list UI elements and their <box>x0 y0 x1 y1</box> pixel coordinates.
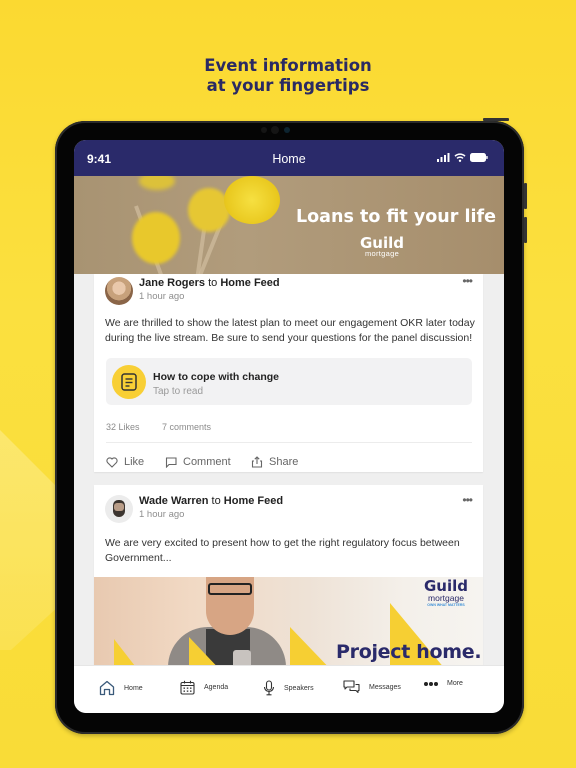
share-button[interactable]: Share <box>251 456 298 468</box>
status-bar: 9:41 Home <box>74 140 504 176</box>
flower-decoration <box>139 176 175 190</box>
tab-messages[interactable]: Messages <box>343 680 401 695</box>
share-icon <box>251 456 263 468</box>
post-timestamp: 1 hour ago <box>139 291 185 302</box>
post-text: We are very excited to present how to ge… <box>105 537 460 564</box>
banner-logo: Guild mortgage <box>360 236 404 258</box>
volume-up-button <box>524 183 527 209</box>
image-logo: Guild mortgage OWN WHAT MATTERS <box>424 577 469 608</box>
image-headline: Project home. <box>336 641 482 663</box>
battery-icon <box>470 153 488 162</box>
post-connector: to <box>211 495 221 507</box>
image-glasses <box>208 583 252 595</box>
bottom-tab-bar: Home Agenda Speakers Messages More <box>74 665 504 713</box>
volume-down-button <box>524 217 527 243</box>
tab-messages-label: Messages <box>369 684 401 691</box>
tab-agenda-label: Agenda <box>204 684 229 691</box>
post-text: We are thrilled to show the latest plan … <box>105 317 475 344</box>
image-logo-name: Guild <box>424 577 469 595</box>
attachment-card[interactable]: How to cope with change Tap to read <box>106 358 472 405</box>
more-dots-icon <box>424 681 438 686</box>
comment-button[interactable]: Comment <box>165 456 231 468</box>
flower-decoration <box>224 176 280 224</box>
tab-agenda[interactable]: Agenda <box>180 680 228 695</box>
post-author-line: Jane Rogers to Home Feed <box>139 277 280 289</box>
attachment-title: How to cope with change <box>153 371 280 383</box>
wifi-icon <box>454 153 466 162</box>
comment-icon <box>165 456 177 468</box>
post-target[interactable]: Home Feed <box>224 495 283 507</box>
promo-headline-line1: Event information <box>204 56 372 75</box>
tab-home[interactable]: Home <box>99 680 143 696</box>
calendar-icon <box>180 680 195 695</box>
likes-count[interactable]: 32 Likes <box>106 422 140 432</box>
avatar[interactable] <box>105 495 133 523</box>
post-image[interactable]: Guild mortgage OWN WHAT MATTERS Project … <box>94 577 483 675</box>
post-timestamp: 1 hour ago <box>139 509 185 520</box>
banner-title: Loans to fit your life <box>296 207 496 227</box>
feed-post: Wade Warren to Home Feed 1 hour ago ••• … <box>94 485 483 675</box>
comments-count[interactable]: 7 comments <box>162 422 211 432</box>
promo-headline: Event information at your fingertips <box>0 56 576 96</box>
home-icon <box>99 680 115 696</box>
power-button <box>483 118 509 121</box>
post-author-line: Wade Warren to Home Feed <box>139 495 283 507</box>
banner-logo-name: Guild <box>360 234 405 252</box>
avatar[interactable] <box>105 277 133 305</box>
tab-more[interactable]: More <box>424 680 463 687</box>
camera-icon <box>271 126 279 134</box>
feed-post: Jane Rogers to Home Feed 1 hour ago ••• … <box>94 274 483 472</box>
sensor-icon <box>261 127 267 133</box>
post-target[interactable]: Home Feed <box>220 277 279 289</box>
status-icons <box>437 153 488 162</box>
flower-decoration <box>132 212 180 264</box>
attachment-subtitle: Tap to read <box>153 386 204 397</box>
promo-headline-line2: at your fingertips <box>206 76 370 95</box>
microphone-icon <box>263 680 275 696</box>
signal-icon <box>437 153 450 162</box>
tablet-device-frame: 9:41 Home Loans to fit your life Guild m… <box>55 118 527 734</box>
image-logo-sub: mortgage <box>428 593 464 603</box>
post-more-button[interactable]: ••• <box>462 493 473 507</box>
camera-lens-icon <box>284 127 290 133</box>
like-button[interactable]: Like <box>106 456 144 468</box>
document-icon <box>112 365 146 399</box>
promo-banner[interactable]: Loans to fit your life Guild mortgage <box>74 176 504 274</box>
post-divider <box>106 442 472 443</box>
tab-speakers[interactable]: Speakers <box>263 680 314 696</box>
tab-home-label: Home <box>124 684 143 692</box>
heart-icon <box>106 456 118 468</box>
tab-more-label: More <box>447 680 463 687</box>
comment-label: Comment <box>183 456 231 468</box>
post-author[interactable]: Wade Warren <box>139 495 208 507</box>
banner-logo-sub: mortgage <box>364 249 400 258</box>
tab-speakers-label: Speakers <box>284 684 314 692</box>
post-connector: to <box>208 277 218 289</box>
like-label: Like <box>124 456 145 468</box>
image-logo-tagline: OWN WHAT MATTERS <box>427 603 465 607</box>
share-label: Share <box>269 456 299 468</box>
background-facet <box>0 430 60 650</box>
chat-bubbles-icon <box>343 680 360 694</box>
post-author[interactable]: Jane Rogers <box>139 277 205 289</box>
app-screen: 9:41 Home Loans to fit your life Guild m… <box>74 140 504 713</box>
post-more-button[interactable]: ••• <box>462 274 473 288</box>
